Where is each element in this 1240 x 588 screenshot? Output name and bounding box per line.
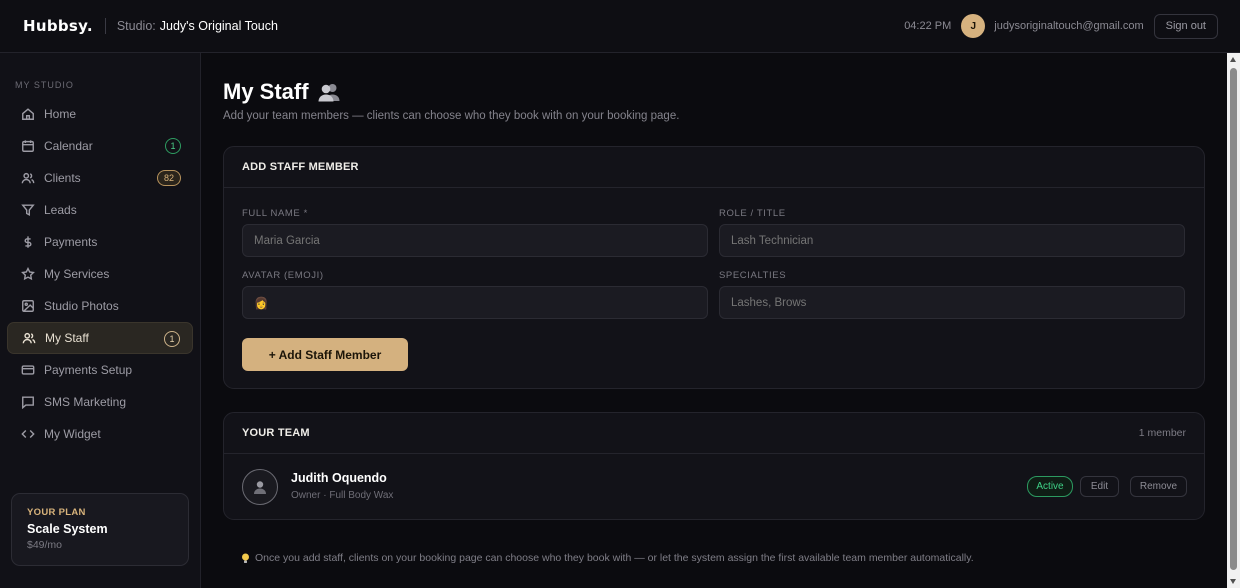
sidebar-item-sms-marketing[interactable]: SMS Marketing (7, 386, 193, 418)
calendar-icon (20, 138, 36, 154)
sidebar-item-home[interactable]: Home (7, 98, 193, 130)
member-avatar (242, 469, 278, 505)
sidebar-item-label: Payments Setup (44, 363, 133, 377)
add-staff-title: ADD STAFF MEMBER (242, 161, 359, 173)
team-count: 1 member (1138, 427, 1186, 439)
scrollbar[interactable] (1227, 53, 1240, 588)
users-icon (21, 330, 37, 346)
sidebar-section-title: MY STUDIO (15, 80, 74, 90)
home-icon (20, 106, 36, 122)
sidebar-nav: Home Calendar 1 Clients 82 Leads Payment… (7, 98, 193, 450)
calendar-badge: 1 (165, 138, 181, 154)
staff-badge: 1 (164, 331, 180, 347)
header-right: 04:22 PM J judysoriginaltouch@gmail.com … (904, 13, 1218, 39)
team-title: YOUR TEAM (242, 427, 310, 439)
plan-name: Scale System (27, 522, 108, 536)
code-icon (20, 426, 36, 442)
avatar-label: AVATAR (EMOJI) (242, 270, 324, 281)
page-subtitle: Add your team members — clients can choo… (223, 110, 680, 122)
role-input[interactable] (719, 224, 1185, 257)
user-email: judysoriginaltouch@gmail.com (994, 20, 1144, 32)
users-icon (20, 170, 36, 186)
status-badge[interactable]: Active (1027, 476, 1073, 497)
sidebar-item-label: Clients (44, 171, 81, 185)
scroll-up-icon[interactable] (1230, 57, 1236, 62)
sidebar: MY STUDIO Home Calendar 1 Clients 82 Lea… (0, 53, 201, 588)
studio-label: Studio: (116, 19, 156, 33)
sidebar-item-my-services[interactable]: My Services (7, 258, 193, 290)
sidebar-item-label: Calendar (44, 139, 93, 153)
add-staff-button[interactable]: + Add Staff Member (242, 338, 408, 371)
top-bar: Hubbsy. Studio: Judy's Original Touch 04… (0, 0, 1240, 53)
scrollbar-thumb[interactable] (1230, 68, 1237, 570)
star-icon (20, 266, 36, 282)
specialties-label: SPECIALTIES (719, 270, 787, 281)
edit-button[interactable]: Edit (1080, 476, 1119, 497)
sidebar-item-label: Payments (44, 235, 98, 249)
plan-tag: YOUR PLAN (27, 507, 86, 518)
sidebar-item-label: Home (44, 107, 77, 121)
sidebar-item-label: SMS Marketing (44, 395, 127, 409)
clock: 04:22 PM (904, 20, 952, 32)
avatar-emoji-input[interactable] (242, 286, 708, 319)
plan-price: $49/mo (27, 539, 63, 551)
sidebar-item-leads[interactable]: Leads (7, 194, 193, 226)
sidebar-item-label: Leads (44, 203, 77, 217)
sidebar-item-my-staff[interactable]: My Staff 1 (7, 322, 193, 354)
person-icon (254, 481, 266, 494)
full-name-input[interactable] (242, 224, 708, 257)
full-name-label: FULL NAME * (242, 208, 308, 219)
member-name: Judith Oquendo (291, 471, 387, 485)
lightbulb-icon (242, 553, 249, 563)
dollar-icon (20, 234, 36, 250)
role-label: ROLE / TITLE (719, 208, 786, 219)
image-icon (20, 298, 36, 314)
card-icon (20, 362, 36, 378)
remove-button[interactable]: Remove (1130, 476, 1187, 497)
sidebar-item-label: Studio Photos (44, 299, 119, 313)
team-header: YOUR TEAM 1 member (224, 413, 1204, 454)
sidebar-item-calendar[interactable]: Calendar 1 (7, 130, 193, 162)
add-staff-header: ADD STAFF MEMBER (224, 147, 1204, 188)
specialties-input[interactable] (719, 286, 1185, 319)
sidebar-item-payments[interactable]: Payments (7, 226, 193, 258)
sidebar-item-label: My Widget (44, 427, 101, 441)
studio-name: Judy's Original Touch (159, 19, 278, 33)
sidebar-item-payments-setup[interactable]: Payments Setup (7, 354, 193, 386)
sign-out-button[interactable]: Sign out (1153, 13, 1218, 39)
footnote-text: Once you add staff, clients on your book… (255, 552, 974, 564)
header-divider (104, 18, 106, 34)
clients-badge: 82 (156, 170, 181, 186)
add-staff-card: ADD STAFF MEMBER FULL NAME * ROLE / TITL… (223, 146, 1205, 389)
sidebar-item-studio-photos[interactable]: Studio Photos (7, 290, 193, 322)
message-icon (20, 394, 36, 410)
page-title-row: My Staff (223, 79, 340, 105)
team-card: YOUR TEAM 1 member Judith Oquendo Owner … (223, 412, 1205, 520)
scroll-down-icon[interactable] (1230, 579, 1236, 584)
filter-icon (20, 202, 36, 218)
footnote: Once you add staff, clients on your book… (241, 552, 974, 564)
sidebar-item-label: My Services (44, 267, 110, 281)
avatar[interactable]: J (961, 14, 986, 38)
staff-emoji-icon (318, 84, 340, 102)
sidebar-item-my-widget[interactable]: My Widget (7, 418, 193, 450)
page-title: My Staff (223, 79, 309, 104)
sidebar-item-label: My Staff (45, 331, 89, 345)
sidebar-item-clients[interactable]: Clients 82 (7, 162, 193, 194)
plan-card[interactable]: YOUR PLAN Scale System $49/mo (11, 493, 189, 566)
main-content: My Staff Add your team members — clients… (201, 53, 1227, 588)
team-member-row: Judith Oquendo Owner · Full Body Wax Act… (224, 455, 1204, 519)
logo[interactable]: Hubbsy. (23, 17, 93, 35)
member-role: Owner · Full Body Wax (291, 490, 394, 501)
